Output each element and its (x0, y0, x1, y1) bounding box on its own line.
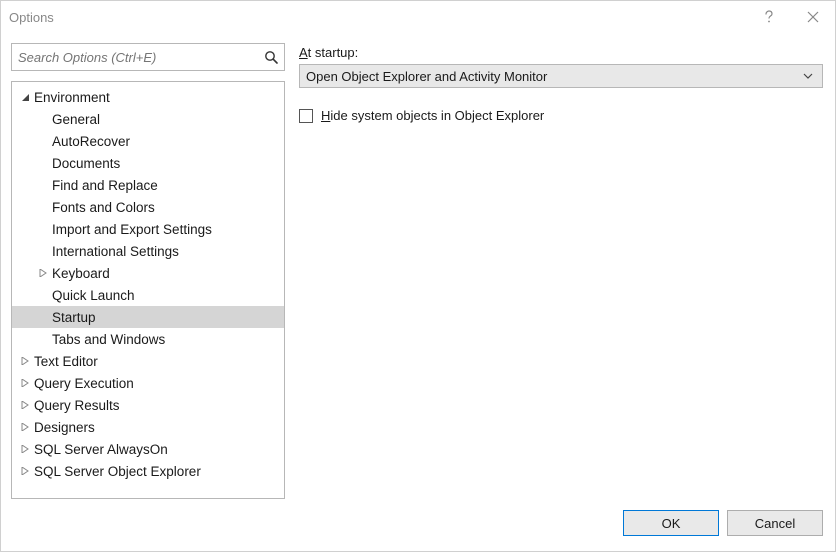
tree-label: Tabs and Windows (36, 332, 165, 347)
search-input[interactable] (12, 44, 284, 70)
chevron-right-icon (18, 445, 32, 453)
ok-button[interactable]: OK (623, 510, 719, 536)
checkbox-icon[interactable] (299, 109, 313, 123)
chevron-right-icon (36, 269, 50, 277)
tree-node-sql-alwayson[interactable]: SQL Server AlwaysOn (12, 438, 284, 460)
tree-node-sql-object-explorer[interactable]: SQL Server Object Explorer (12, 460, 284, 482)
tree-node-fonts-colors[interactable]: Fonts and Colors (12, 196, 284, 218)
startup-label: At startup: (299, 45, 823, 60)
tree-label: SQL Server AlwaysOn (34, 442, 168, 457)
tree-label: General (36, 112, 100, 127)
tree-node-keyboard[interactable]: Keyboard (12, 262, 284, 284)
chevron-right-icon (18, 423, 32, 431)
tree-node-find-replace[interactable]: Find and Replace (12, 174, 284, 196)
chevron-right-icon (18, 357, 32, 365)
tree-node-startup[interactable]: Startup (12, 306, 284, 328)
search-box[interactable] (11, 43, 285, 71)
checkbox-label: Hide system objects in Object Explorer (321, 108, 544, 123)
tree-label: Quick Launch (36, 288, 135, 303)
search-icon (262, 48, 280, 66)
window-title: Options (9, 10, 54, 25)
tree-label: AutoRecover (36, 134, 130, 149)
hide-system-objects-row[interactable]: Hide system objects in Object Explorer (299, 108, 823, 123)
titlebar: Options (1, 1, 835, 33)
cancel-button[interactable]: Cancel (727, 510, 823, 536)
tree-label: Fonts and Colors (36, 200, 155, 215)
tree-node-environment[interactable]: Environment (12, 86, 284, 108)
tree-node-general[interactable]: General (12, 108, 284, 130)
tree-node-query-execution[interactable]: Query Execution (12, 372, 284, 394)
tree-label: Import and Export Settings (36, 222, 212, 237)
tree-node-quick-launch[interactable]: Quick Launch (12, 284, 284, 306)
tree-label: Query Results (34, 398, 120, 413)
tree-label: Find and Replace (36, 178, 158, 193)
tree-node-designers[interactable]: Designers (12, 416, 284, 438)
tree-node-autorecover[interactable]: AutoRecover (12, 130, 284, 152)
tree-label: Environment (34, 90, 110, 105)
tree-label: Startup (36, 310, 96, 325)
chevron-down-icon (18, 93, 32, 102)
chevron-right-icon (18, 401, 32, 409)
tree-label: Query Execution (34, 376, 134, 391)
startup-dropdown[interactable]: Open Object Explorer and Activity Monito… (299, 64, 823, 88)
chevron-right-icon (18, 467, 32, 475)
tree-label: International Settings (36, 244, 179, 259)
tree-label: Keyboard (52, 266, 110, 281)
help-button[interactable] (747, 1, 791, 33)
tree-node-documents[interactable]: Documents (12, 152, 284, 174)
tree-label: Text Editor (34, 354, 98, 369)
chevron-right-icon (18, 379, 32, 387)
help-icon (764, 10, 774, 24)
chevron-down-icon (800, 73, 816, 79)
close-icon (807, 11, 819, 23)
tree-node-text-editor[interactable]: Text Editor (12, 350, 284, 372)
dropdown-value: Open Object Explorer and Activity Monito… (306, 69, 547, 84)
tree-node-import-export[interactable]: Import and Export Settings (12, 218, 284, 240)
tree-label: Documents (36, 156, 120, 171)
tree-node-international[interactable]: International Settings (12, 240, 284, 262)
tree-label: SQL Server Object Explorer (34, 464, 201, 479)
close-button[interactable] (791, 1, 835, 33)
client-area: Environment General AutoRecover Document… (1, 33, 835, 503)
tree-node-tabs-windows[interactable]: Tabs and Windows (12, 328, 284, 350)
right-pane: At startup: Open Object Explorer and Act… (299, 43, 823, 499)
left-pane: Environment General AutoRecover Document… (11, 43, 285, 499)
tree-node-query-results[interactable]: Query Results (12, 394, 284, 416)
dialog-footer: OK Cancel (1, 503, 835, 551)
options-tree[interactable]: Environment General AutoRecover Document… (11, 81, 285, 499)
tree-label: Designers (34, 420, 95, 435)
